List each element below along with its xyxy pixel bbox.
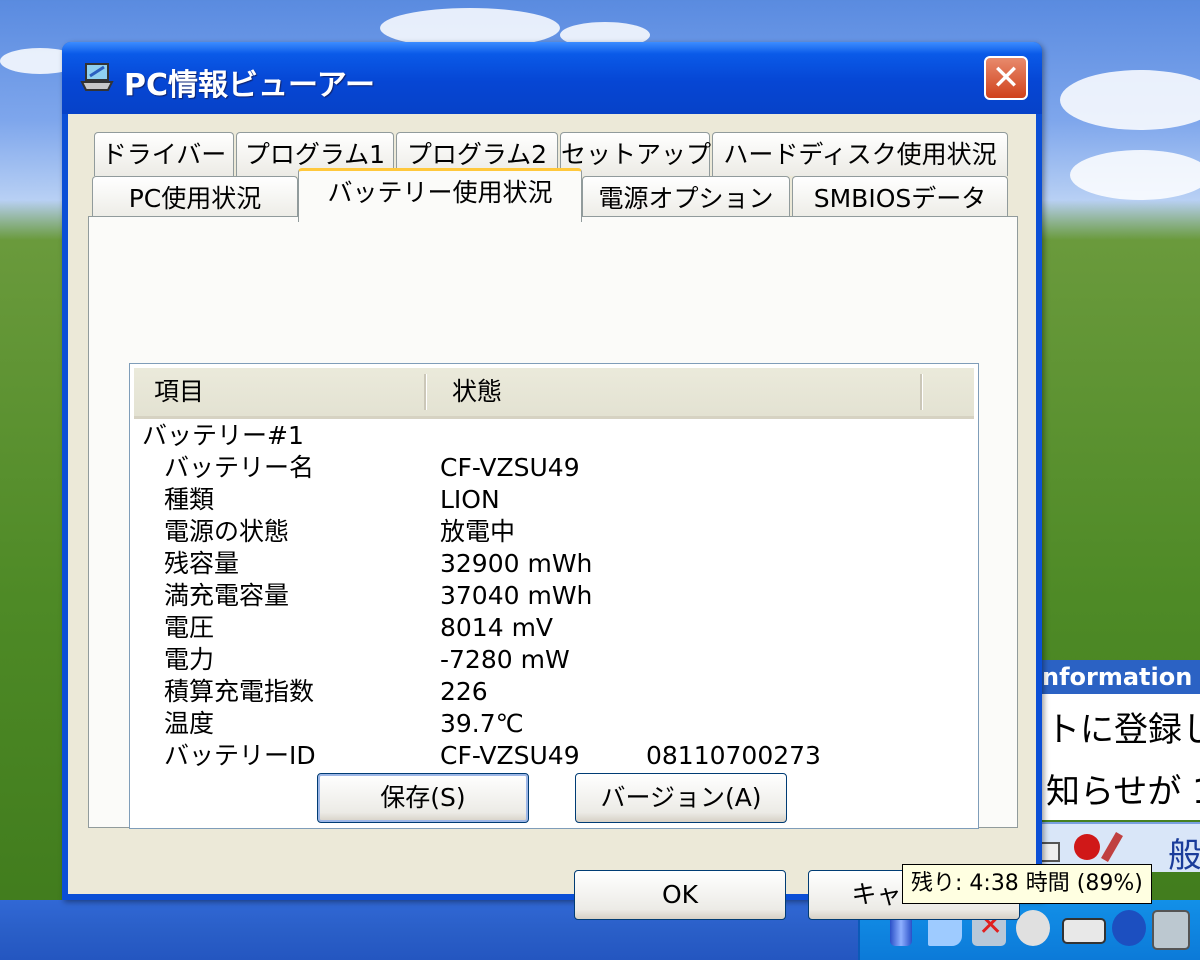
row-label[interactable]: 電力 (164, 644, 214, 676)
battery-tooltip: 残り: 4:38 時間 (89%) (902, 864, 1152, 904)
tab-pc-usage[interactable]: PC使用状況 (92, 176, 298, 220)
app-icon (80, 62, 114, 92)
tab-power-options[interactable]: 電源オプション (582, 176, 790, 220)
row-value: 放電中 (440, 517, 516, 546)
pc-info-viewer-window: PC情報ビューアー ✕ ドライバー プログラム1 プログラム2 セットアップ ハ… (62, 42, 1042, 920)
column-header-item[interactable]: 項目 (154, 368, 204, 416)
tab-battery-usage[interactable]: バッテリー使用状況 (298, 168, 582, 222)
row-label[interactable]: バッテリーID (164, 740, 316, 772)
tab-smbios-data[interactable]: SMBIOSデータ (792, 176, 1008, 220)
row-label[interactable]: 残容量 (164, 548, 239, 580)
tab-setup[interactable]: セットアップ (560, 132, 711, 176)
ime-icon[interactable] (1074, 834, 1100, 860)
battery-tab-panel: 項目 状態 バッテリー#1 バッテリー名 CF-VZSU49 種類 LION 電… (88, 216, 1018, 829)
row-label[interactable]: 電源の状態 (164, 516, 289, 548)
tab-hard-disk-usage[interactable]: ハードディスク使用状況 (712, 132, 1008, 176)
desktop-cloud (1060, 70, 1200, 130)
row-label[interactable]: 積算充電指数 (164, 676, 314, 708)
device-icon[interactable] (1062, 918, 1106, 944)
close-icon: ✕ (991, 58, 1021, 98)
list-header: 項目 状態 (134, 368, 974, 419)
dialog-client-area: ドライバー プログラム1 プログラム2 セットアップ ハードディスク使用状況 P… (68, 114, 1036, 920)
row-value-serial: 08110700273 (646, 741, 821, 770)
row-value: 37040 mWh (440, 581, 593, 610)
row-value: 39.7℃ (440, 709, 524, 738)
background-window-text: 知らせが 1 (1046, 772, 1200, 812)
row-label[interactable]: 電圧 (164, 612, 214, 644)
desktop-cloud (1070, 150, 1200, 200)
version-button[interactable]: バージョン(A) (575, 773, 787, 823)
row-label[interactable]: バッテリー名 (164, 452, 314, 484)
row-label[interactable]: 満充電容量 (164, 580, 289, 612)
tab-driver[interactable]: ドライバー (94, 132, 234, 176)
background-window-title: nformation (1042, 660, 1200, 694)
column-divider[interactable] (424, 374, 427, 410)
column-header-status[interactable]: 状態 (452, 368, 502, 416)
column-divider[interactable] (920, 374, 923, 410)
save-button[interactable]: 保存(S) (317, 773, 529, 823)
row-value: CF-VZSU49 (440, 453, 580, 482)
row-value: 32900 mWh (440, 549, 593, 578)
close-button[interactable]: ✕ (984, 56, 1028, 100)
row-value: LION (440, 485, 500, 514)
bluetooth-icon[interactable] (1112, 910, 1146, 946)
title-bar[interactable]: PC情報ビューアー ✕ (62, 42, 1042, 114)
row-value: -7280 mW (440, 645, 570, 674)
row-label[interactable]: 種類 (164, 484, 214, 516)
window-title: PC情報ビューアー (124, 68, 376, 103)
toolbar-text[interactable]: 般 (1168, 828, 1200, 877)
row-label[interactable]: 温度 (164, 708, 214, 740)
security-icon[interactable] (1016, 910, 1050, 946)
battery-info-list[interactable]: 項目 状態 バッテリー#1 バッテリー名 CF-VZSU49 種類 LION 電… (129, 363, 979, 829)
row-value: 226 (440, 677, 488, 706)
background-window[interactable]: nformation トに登録し 知らせが 1 (1042, 660, 1200, 820)
pen-icon[interactable] (1101, 832, 1123, 862)
list-group-battery1[interactable]: バッテリー#1 (142, 420, 304, 452)
background-window-text: トに登録し (1046, 710, 1200, 750)
row-value: CF-VZSU49 (440, 741, 580, 770)
computer-icon[interactable] (1152, 910, 1190, 950)
ok-button[interactable]: OK (574, 870, 786, 920)
row-value: 8014 mV (440, 613, 554, 642)
